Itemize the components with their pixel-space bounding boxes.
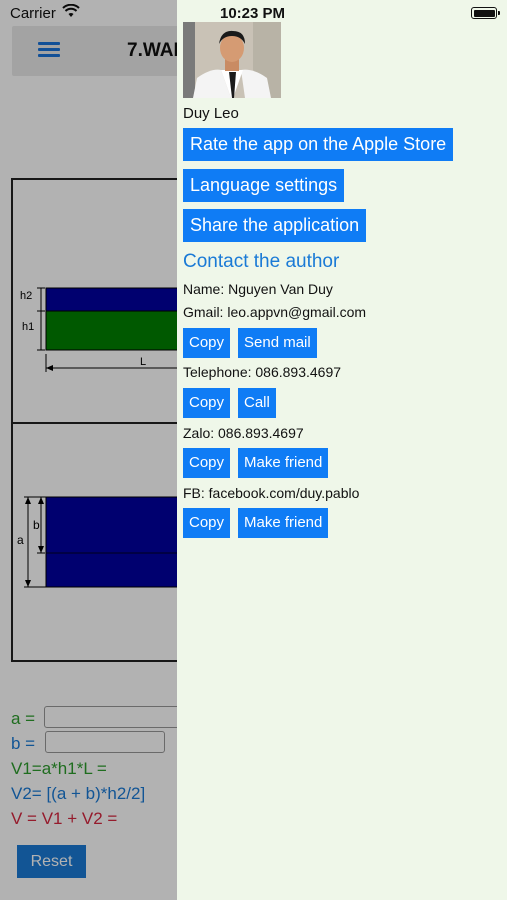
copy-zalo-button[interactable]: Copy	[183, 448, 231, 478]
copy-phone-button[interactable]: Copy	[183, 388, 231, 418]
facebook-make-friend-button[interactable]: Make friend	[238, 508, 329, 538]
author-name: Duy Leo	[183, 105, 239, 122]
author-avatar	[183, 22, 281, 98]
copy-facebook-button[interactable]: Copy	[183, 508, 231, 538]
send-mail-button[interactable]: Send mail	[238, 328, 317, 358]
contact-author-title: Contact the author	[183, 251, 340, 272]
copy-gmail-button[interactable]: Copy	[183, 328, 231, 358]
language-settings-button[interactable]: Language settings	[183, 169, 345, 202]
share-app-button[interactable]: Share the application	[183, 209, 367, 242]
status-time: 10:23 PM	[220, 5, 286, 22]
author-full-name: Name: Nguyen Van Duy	[183, 281, 333, 297]
call-button[interactable]: Call	[238, 388, 276, 418]
side-drawer: 10:23 PM Duy Leo Rate the app on the App…	[177, 0, 507, 900]
rate-app-button[interactable]: Rate the app on the Apple Store	[183, 128, 454, 161]
telephone-line: Telephone: 086.893.4697	[183, 364, 342, 380]
zalo-line: Zalo: 086.893.4697	[183, 425, 304, 441]
facebook-line: FB: facebook.com/duy.pablo	[183, 485, 360, 501]
gmail-line: Gmail: leo.appvn@gmail.com	[183, 304, 367, 320]
battery-icon	[471, 7, 500, 19]
zalo-make-friend-button[interactable]: Make friend	[238, 448, 329, 478]
